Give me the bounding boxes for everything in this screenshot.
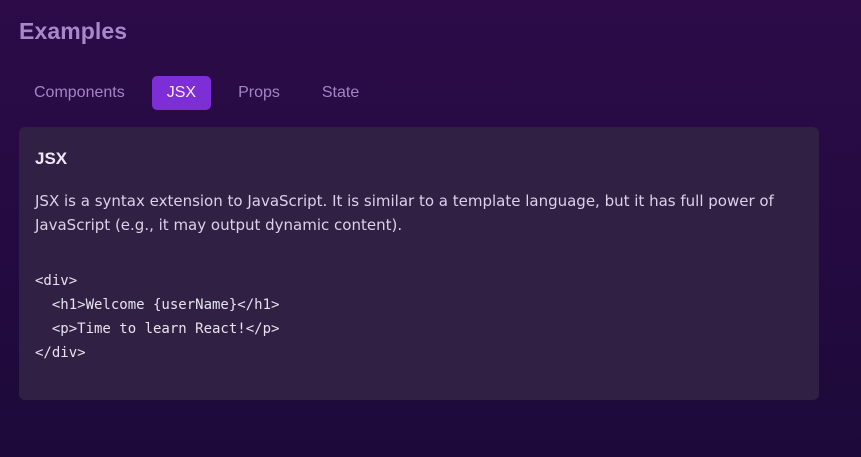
code-line: <p>Time to learn React!</p> [35, 321, 280, 337]
code-line: <h1>Welcome {userName}</h1> [35, 297, 280, 313]
tab-jsx[interactable]: JSX [151, 76, 212, 110]
code-line: <div> [35, 273, 78, 289]
tab-components[interactable]: Components [19, 76, 140, 110]
code-line: </div> [35, 345, 86, 361]
tab-content-panel: JSX JSX is a syntax extension to JavaScr… [19, 127, 819, 400]
code-snippet: <div> <h1>Welcome {userName}</h1> <p>Tim… [35, 269, 803, 365]
panel-heading: JSX [35, 149, 68, 168]
tab-props[interactable]: Props [223, 76, 295, 110]
panel-description: JSX is a syntax extension to JavaScript.… [35, 192, 774, 234]
tab-state[interactable]: State [307, 76, 374, 110]
section-title: Examples [19, 18, 128, 44]
example-tabs: Components JSX Props State [19, 76, 374, 110]
